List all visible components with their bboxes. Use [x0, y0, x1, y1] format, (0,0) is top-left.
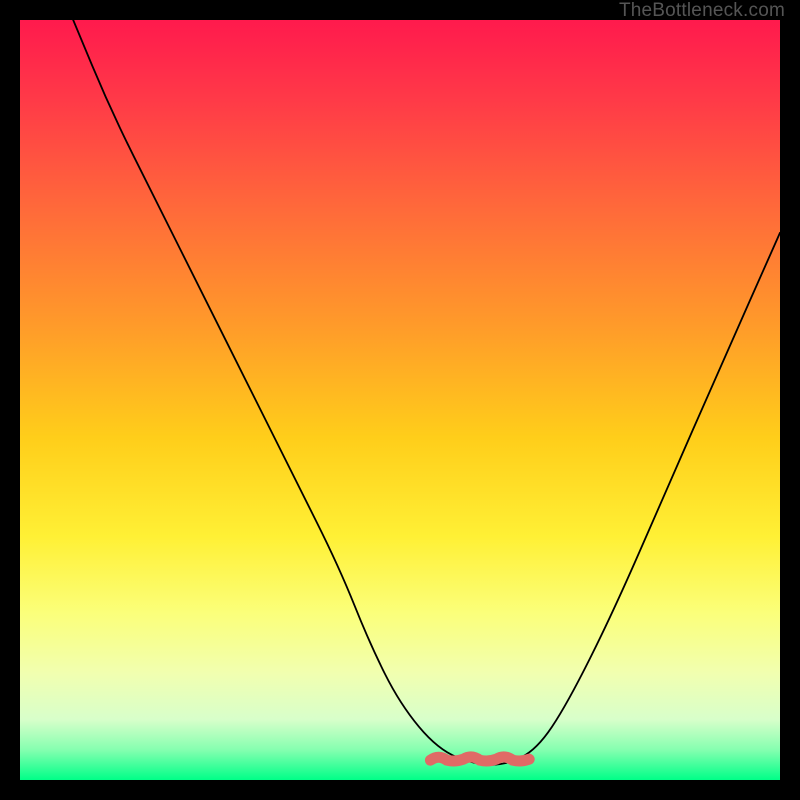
bottleneck-curve: [73, 20, 780, 765]
plot-area: [20, 20, 780, 780]
marker-band: [430, 757, 529, 761]
curve-svg: [20, 20, 780, 780]
chart-frame: TheBottleneck.com: [0, 0, 800, 800]
watermark-text: TheBottleneck.com: [619, 0, 785, 22]
